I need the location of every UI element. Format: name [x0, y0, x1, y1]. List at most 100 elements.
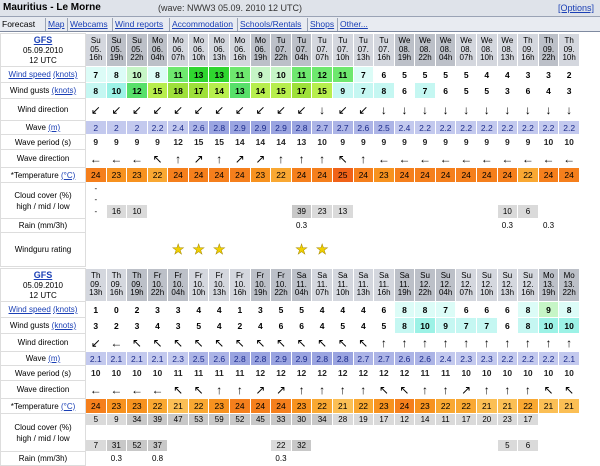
wave-period-cell: 9	[517, 134, 539, 150]
temp-unit-link[interactable]: (°C)	[61, 402, 75, 411]
time-header: Su 12. 13h	[496, 268, 519, 302]
rating-star-icon	[475, 232, 498, 267]
rain-cell: 0.3	[537, 218, 560, 233]
wind-gust-cell: 5	[455, 82, 477, 99]
cloud-cover-cell: 53	[187, 413, 210, 426]
hour: 22h	[150, 288, 165, 298]
rain-cell	[85, 218, 107, 233]
hour: 07h	[459, 53, 473, 63]
cloud-cover-cell	[558, 193, 580, 205]
temperature-cell: 24	[496, 167, 519, 183]
cloud-cover-cell	[331, 425, 354, 440]
model-run: 12 UTC	[29, 290, 57, 300]
hour: 22h	[562, 288, 576, 298]
model-info: GFS 05.09.2010 12 UTC	[0, 268, 86, 302]
cloud-cover-cell	[270, 204, 292, 219]
wave-direction-arrow-icon: ←	[105, 149, 128, 168]
tab-forecast[interactable]: Forecast	[2, 19, 35, 29]
wave-period-cell: 12	[167, 134, 189, 150]
cloud-cover-cell: 45	[249, 413, 272, 426]
wave-period-text: Wave period (s)	[14, 368, 72, 378]
temperature-cell: 22	[146, 398, 169, 414]
cloud-cover-cell	[558, 413, 580, 426]
cloud-cover-cell	[373, 204, 395, 219]
options-link[interactable]: [Options]	[558, 3, 594, 13]
wind-speed-cell: 9	[249, 66, 272, 83]
knots-link[interactable]: (knots)	[52, 321, 76, 330]
cloud-cover-cell	[146, 425, 169, 440]
tab-accommodation[interactable]: Accommodation	[172, 19, 233, 29]
temperature-cell: 24	[455, 167, 477, 183]
hour: 10h	[336, 288, 350, 298]
wave-direction-arrow-icon: ←	[393, 149, 416, 168]
model-link[interactable]: GFS	[34, 35, 53, 45]
wave-period-cell: 14	[249, 134, 272, 150]
knots-link[interactable]: (knots)	[52, 86, 76, 95]
tab-bar: Forecast Map Webcams Wind reports Accomm…	[0, 17, 600, 32]
knots-link[interactable]: (knots)	[53, 70, 77, 79]
wave-period-cell: 9	[146, 134, 169, 150]
cloud-cover-cell	[414, 439, 436, 452]
rain-cell	[373, 451, 395, 466]
wave-period-cell: 13	[290, 134, 313, 150]
wave-height-cell: 2.4	[434, 351, 457, 366]
model-info: GFS 05.09.2010 12 UTC	[0, 33, 86, 67]
time-header: Fr 10. 16h	[229, 268, 251, 302]
temperature-cell: 23	[105, 167, 128, 183]
wave-unit-link[interactable]: (m)	[48, 354, 60, 363]
tab-map[interactable]: Map	[48, 19, 65, 29]
cloud-cover-cell: 17	[373, 413, 395, 426]
hour: 16h	[521, 288, 535, 298]
wave-direction-arrow-icon: ↑	[496, 380, 519, 399]
hour: 10h	[192, 288, 206, 298]
cloud-cover-cell	[187, 193, 210, 205]
wind-speed-cell: 8	[146, 66, 169, 83]
rating-star-icon	[373, 232, 395, 267]
knots-link[interactable]: (knots)	[53, 305, 77, 314]
rain-cell	[352, 451, 375, 466]
tab-other[interactable]: Other...	[340, 19, 368, 29]
cloud-cover-cell: 32	[290, 439, 313, 452]
cloud-cover-cell	[496, 193, 519, 205]
wind-gust-cell: 9	[434, 317, 457, 334]
cloud-cover-cell	[249, 439, 272, 452]
rain-cell	[208, 451, 231, 466]
rain-cell	[187, 451, 210, 466]
time-header: Su 12. 10h	[475, 268, 498, 302]
wind-direction-label: Wind direction	[0, 98, 86, 121]
wind-direction-arrow-icon: ↓	[373, 98, 395, 121]
wave-unit-link[interactable]: (m)	[48, 123, 60, 132]
hour: 16h	[233, 288, 247, 298]
wind-gust-cell: 9	[331, 82, 354, 99]
wind-direction-arrow-icon: ↖	[167, 333, 189, 352]
wind-speed-cell: 4	[496, 66, 519, 83]
model-anchor[interactable]: GFS	[34, 35, 53, 45]
wind-direction-arrow-icon: ↖	[290, 333, 313, 352]
tab-schools-rentals[interactable]: Schools/Rentals	[240, 19, 301, 29]
model-anchor[interactable]: GFS	[34, 270, 53, 280]
temp-unit-link[interactable]: (°C)	[61, 171, 75, 180]
rating-star-icon	[126, 232, 148, 267]
temperature-cell: 23	[208, 398, 231, 414]
forecast-table-2: GFS 05.09.2010 12 UTC Th 09. 13h Th 09. 16h Th 09.…	[0, 268, 580, 466]
cloud-cover-cell: 5	[496, 439, 519, 452]
wind-speed-link[interactable]: Wind speed	[9, 305, 51, 314]
wind-direction-arrow-icon: ↓	[414, 98, 436, 121]
wind-speed-link[interactable]: Wind speed	[9, 70, 51, 79]
tab-wind-reports[interactable]: Wind reports	[115, 19, 163, 29]
wind-direction-arrow-icon: ↙	[270, 98, 292, 121]
cloud-cover-cell	[414, 193, 436, 205]
temperature-cell: 23	[373, 167, 395, 183]
wave-label: Wave (m)	[0, 120, 86, 135]
rain-cell	[105, 218, 128, 233]
tab-webcams[interactable]: Webcams	[70, 19, 108, 29]
hour: 07h	[315, 288, 329, 298]
model-link[interactable]: GFS	[34, 270, 53, 280]
hour: 07h	[171, 53, 185, 63]
wind-gust-cell: 14	[249, 82, 272, 99]
wave-direction-text: Wave direction	[16, 385, 70, 394]
cloud-cover-cell	[393, 425, 416, 440]
tab-shops[interactable]: Shops	[310, 19, 334, 29]
forecast-widget: Mauritius - Le Morne (wave: NWW3 05.09. …	[0, 0, 600, 466]
rating-star-icon: ★	[187, 232, 210, 267]
